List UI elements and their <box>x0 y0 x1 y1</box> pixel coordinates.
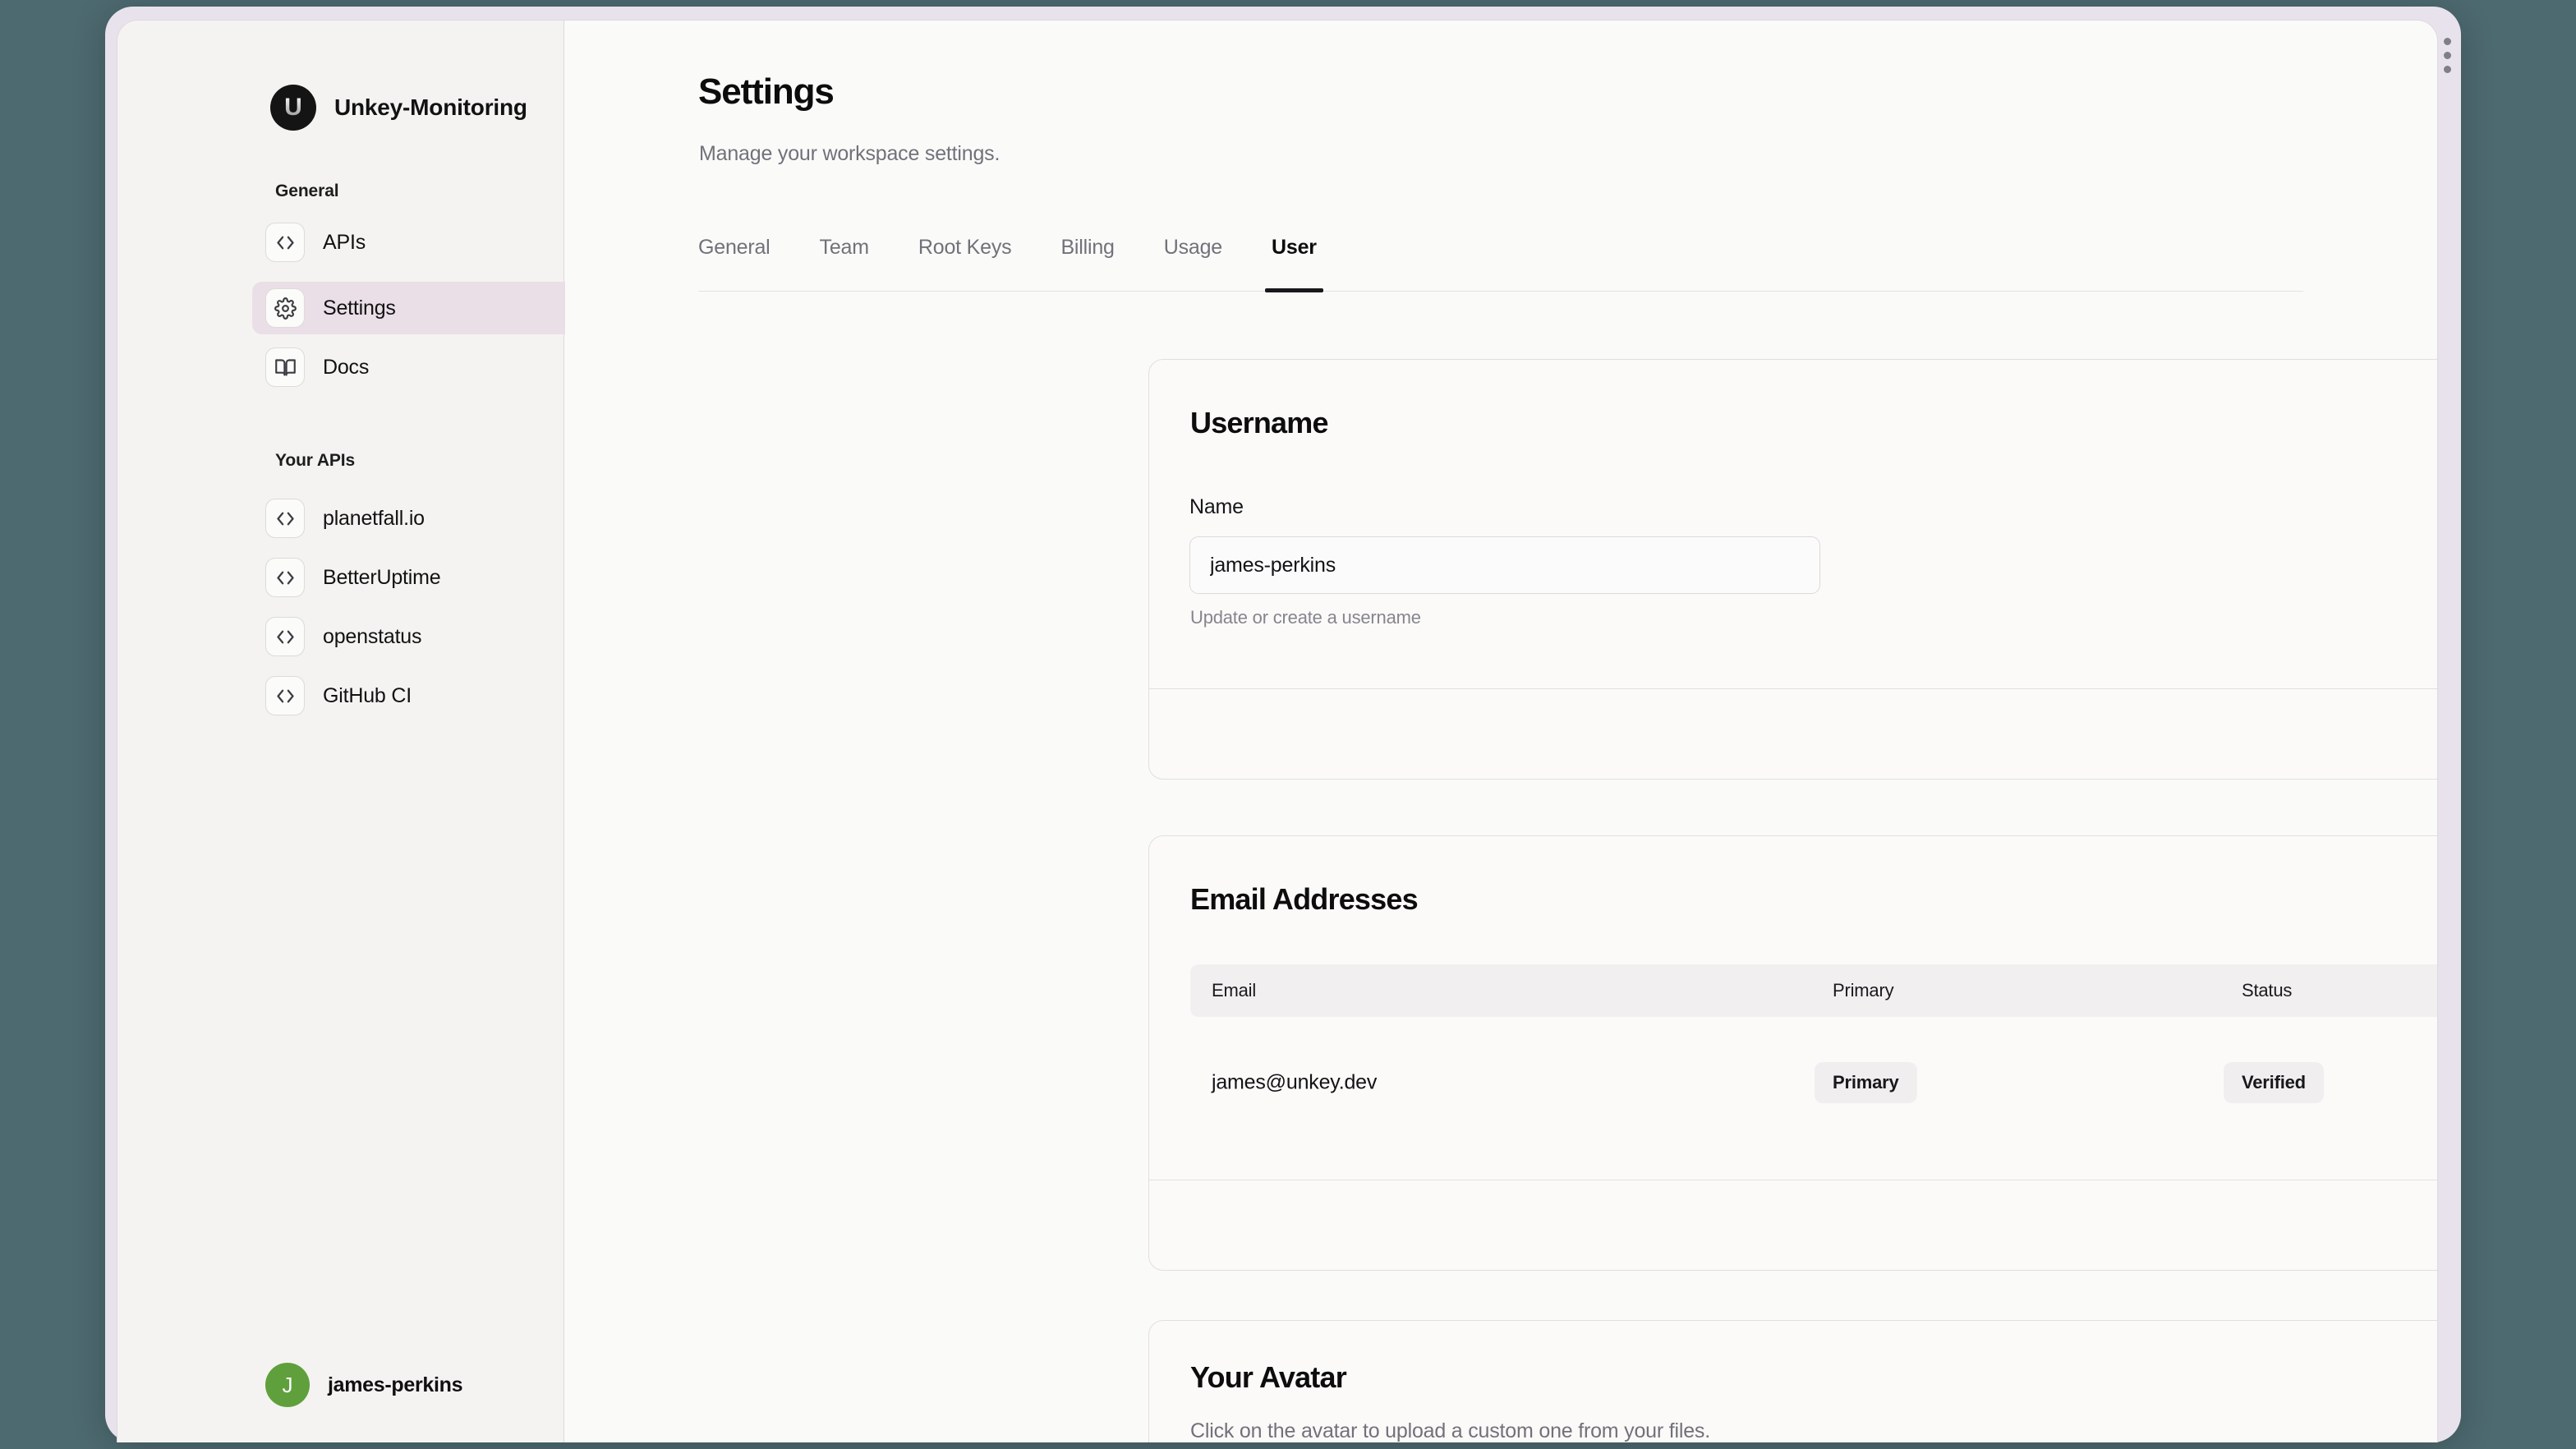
grabber-dot <box>2443 52 2451 59</box>
tab-usage[interactable]: Usage <box>1139 228 1247 292</box>
name-field-label: Name <box>1189 495 1244 518</box>
column-header-primary: Primary <box>1833 980 1894 1000</box>
page-subtitle: Manage your workspace settings. <box>699 142 1000 165</box>
tab-root-keys[interactable]: Root Keys <box>894 228 1037 292</box>
column-header-email: Email <box>1212 980 1257 1000</box>
code-brackets-icon <box>265 223 305 262</box>
email-table: Email Primary Status Settings james@unke… <box>1190 964 2437 1122</box>
main-content: Settings Manage your workspace settings.… <box>565 21 2437 1442</box>
nav-group-label-your-apis: Your APIs <box>275 451 356 470</box>
avatar-card-title: Your Avatar <box>1190 1360 1347 1394</box>
sidebar-item-label: Settings <box>323 296 396 320</box>
email-card-title: Email Addresses <box>1190 882 1419 916</box>
sidebar: U Unkey-Monitoring General APIs Settings… <box>117 21 630 1442</box>
cell-status: Verified <box>2224 1062 2324 1103</box>
app-window: U Unkey-Monitoring General APIs Settings… <box>105 7 2461 1442</box>
avatar: J <box>265 1363 310 1407</box>
sidebar-item-label: planetfall.io <box>323 506 425 530</box>
email-table-header: Email Primary Status Settings <box>1190 964 2437 1017</box>
code-brackets-icon <box>265 676 305 715</box>
sidebar-item-label: openstatus <box>323 624 422 648</box>
code-brackets-icon <box>265 499 305 538</box>
code-brackets-icon <box>265 617 305 656</box>
avatar-card: Your Avatar Click on the avatar to uploa… <box>1148 1320 2437 1442</box>
tab-user[interactable]: User <box>1247 228 1341 292</box>
workspace-name: Unkey-Monitoring <box>334 94 527 120</box>
primary-badge: Primary <box>1815 1062 1917 1103</box>
code-brackets-icon <box>265 558 305 597</box>
sidebar-item-label: APIs <box>323 230 366 254</box>
cell-email: james@unkey.dev <box>1212 1070 1378 1094</box>
table-row: james@unkey.dev Primary Verified ⋯ <box>1190 1043 2437 1122</box>
email-addresses-card: Email Addresses Email Primary Status Set… <box>1148 835 2437 1271</box>
column-header-status: Status <box>2242 980 2293 1000</box>
sidebar-item-label: GitHub CI <box>323 683 412 707</box>
tab-team[interactable]: Team <box>795 228 894 292</box>
username-field-hint: Update or create a username <box>1190 607 1421 628</box>
username-card-footer: Save <box>1149 688 2437 779</box>
book-open-icon <box>265 347 305 387</box>
window-grabber[interactable] <box>2440 38 2454 73</box>
tab-general[interactable]: General <box>698 228 795 292</box>
workspace-logo-letter: U <box>284 94 302 121</box>
avatar-card-description: Click on the avatar to upload a custom o… <box>1190 1419 1710 1442</box>
gear-icon <box>265 288 305 328</box>
username-input[interactable] <box>1189 536 1820 594</box>
nav-group-label-general: General <box>275 182 339 200</box>
email-card-footer: Save <box>1149 1180 2437 1270</box>
sidebar-item-label: Docs <box>323 355 370 379</box>
window-surface: U Unkey-Monitoring General APIs Settings… <box>117 20 2438 1442</box>
grabber-dot <box>2443 66 2451 73</box>
cell-primary: Primary <box>1815 1062 1917 1103</box>
page-title: Settings <box>698 71 835 112</box>
grabber-dot <box>2443 38 2451 45</box>
settings-tabs: General Team Root Keys Billing Usage Use… <box>698 228 2303 292</box>
tab-billing[interactable]: Billing <box>1036 228 1138 292</box>
workspace-logo-icon: U <box>270 85 316 131</box>
sidebar-item-label: BetterUptime <box>323 565 441 589</box>
sidebar-user-menu[interactable]: J james-perkins <box>252 1357 614 1413</box>
status-badge: Verified <box>2224 1062 2324 1103</box>
username-card-title: Username <box>1190 406 1329 439</box>
sidebar-user-name: james-perkins <box>328 1373 463 1396</box>
